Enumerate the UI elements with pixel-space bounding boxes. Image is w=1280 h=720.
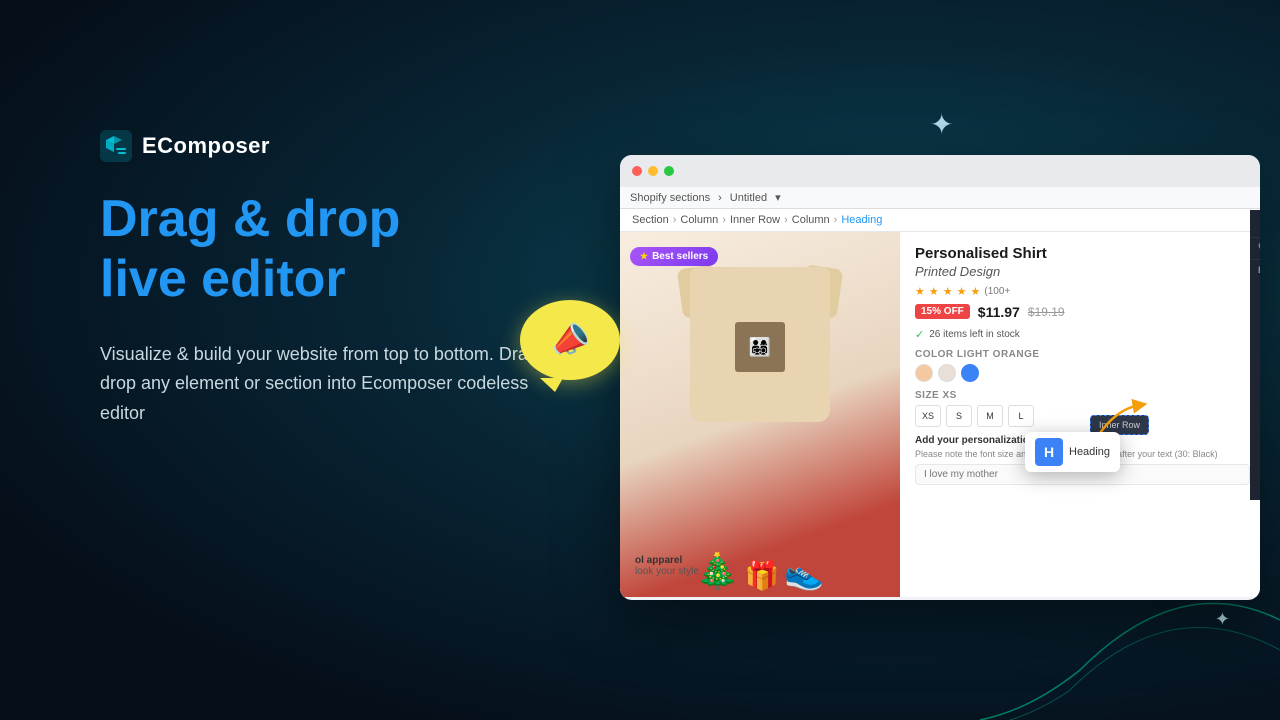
stock-icon: ✓: [915, 328, 924, 341]
megaphone-icon: 📣: [546, 316, 594, 363]
breadcrumb-heading[interactable]: Heading: [841, 214, 882, 226]
size-s[interactable]: S: [946, 405, 972, 427]
maximize-dot[interactable]: [664, 166, 674, 176]
stock-text: 26 items left in stock: [929, 329, 1020, 340]
product-title: Personalised Shirt: [915, 244, 1250, 264]
body-text: Visualize & build your website from top …: [100, 340, 560, 429]
breadcrumb-section[interactable]: Section: [632, 214, 669, 226]
size-m[interactable]: M: [977, 405, 1003, 427]
browser-toolbar: Shopify sections › Untitled ▾: [620, 187, 1260, 209]
badge-text: Best sellers: [652, 251, 708, 262]
star-2: ★: [929, 285, 939, 298]
breadcrumb-inner-row[interactable]: Inner Row: [730, 214, 780, 226]
untitled-link[interactable]: Untitled: [730, 192, 767, 204]
close-dot[interactable]: [632, 166, 642, 176]
product-image-area: 👨‍👩‍👧‍👦 🎄 🎁 👟 ★ Best sellers: [620, 232, 900, 597]
toolbar-dropdown[interactable]: ▾: [775, 191, 781, 204]
logo-area: EComposer: [100, 130, 620, 162]
product-subtitle: Printed Design: [915, 264, 1250, 279]
star-1: ★: [915, 285, 925, 298]
element-inner-row[interactable]: ⊞ Inner Row: [1256, 281, 1260, 328]
search-icon: 🔍: [1258, 243, 1260, 254]
browser-window: Shopify sections › Untitled ▾ Section › …: [620, 155, 1260, 600]
shirt-item: 👨‍👩‍👧‍👦: [685, 247, 835, 417]
heading-popup-icon: H: [1035, 438, 1063, 466]
apparel-brand: ol apparel: [635, 555, 699, 566]
elements-grid: ⊞ Inner Row T Text 🖼 Image ⬜ Button ≡ Ac…: [1250, 278, 1260, 500]
shirt-photo: 👨‍👩‍👧‍👦: [735, 322, 785, 372]
swatch-peach[interactable]: [915, 364, 933, 382]
shopify-sections-link[interactable]: Shopify sections: [630, 192, 710, 204]
headline-drag: Drag & drop: [100, 190, 400, 248]
bubble-shape: 📣: [520, 300, 620, 380]
megaphone-bubble: 📣: [520, 300, 620, 380]
shirt-fabric: 👨‍👩‍👧‍👦: [690, 267, 830, 422]
review-count: (100+: [984, 286, 1010, 297]
color-section: COLOR LIGHT ORANGE: [915, 349, 1250, 382]
stars-row: ★ ★ ★ ★ ★ (100+: [915, 285, 1250, 298]
gift-icon: 🎁: [744, 559, 779, 592]
browser-titlebar: [620, 155, 1260, 187]
star-4: ★: [957, 285, 967, 298]
price-current: $11.97: [978, 304, 1020, 320]
size-xs[interactable]: XS: [915, 405, 941, 427]
shoe-icon: 👟: [784, 554, 824, 592]
christmas-items: 🎄 🎁 👟: [620, 477, 900, 597]
scene-bg: 👨‍👩‍👧‍👦 🎄 🎁 👟 ★ Best sellers: [620, 232, 900, 597]
apparel-label: ol apparel look your style: [635, 555, 699, 577]
swatch-light[interactable]: [938, 364, 956, 382]
headline: Drag & drop live editor: [100, 190, 620, 310]
panel-tabs: Navigator Elements: [1250, 210, 1260, 238]
discount-badge: 15% OFF: [915, 304, 970, 319]
photo-emoji: 👨‍👩‍👧‍👦: [749, 337, 771, 358]
best-sellers-badge: ★ Best sellers: [630, 247, 718, 266]
element-video[interactable]: ▷ Video: [1256, 425, 1260, 472]
deco-star-large-icon: ✦: [930, 108, 953, 141]
breadcrumb-bar: Section › Column › Inner Row › Column › …: [620, 209, 1260, 232]
stock-row: ✓ 26 items left in stock: [915, 328, 1250, 341]
logo-text: EComposer: [142, 133, 270, 159]
product-area: 👨‍👩‍👧‍👦 🎄 🎁 👟 ★ Best sellers: [620, 232, 1260, 597]
star-5: ★: [971, 285, 981, 298]
apparel-tagline: look your style: [635, 566, 699, 577]
element-icon[interactable]: ◆ Icon: [1256, 473, 1260, 500]
ecomposer-logo-icon: [100, 130, 132, 162]
element-accordion[interactable]: ≡ Accordion: [1256, 377, 1260, 424]
swatch-blue[interactable]: [961, 364, 979, 382]
panel-section-label: Basic (25): [1250, 260, 1260, 278]
heading-popup-label: Heading: [1069, 446, 1110, 458]
color-swatches: [915, 364, 1250, 382]
elements-panel: Navigator Elements 🔍 CTRL+X Basic (25) ⊞…: [1250, 210, 1260, 500]
star-3: ★: [943, 285, 953, 298]
size-l[interactable]: L: [1008, 405, 1034, 427]
color-label: COLOR LIGHT ORANGE: [915, 349, 1250, 360]
panel-search: 🔍 CTRL+X: [1250, 238, 1260, 260]
badge-star-icon: ★: [640, 251, 648, 262]
element-image[interactable]: 🖼 Image: [1256, 329, 1260, 376]
heading-popup: H Heading: [1025, 432, 1120, 472]
minimize-dot[interactable]: [648, 166, 658, 176]
tab-navigator[interactable]: Navigator: [1250, 210, 1260, 237]
price-row: 15% OFF $11.97 $19.19: [915, 304, 1250, 320]
deco-star-small-icon: ✦: [1215, 609, 1230, 630]
price-old: $19.19: [1028, 305, 1065, 319]
breadcrumb-column[interactable]: Column: [680, 214, 718, 226]
breadcrumb-column2[interactable]: Column: [792, 214, 830, 226]
browser-content: 👨‍👩‍👧‍👦 🎄 🎁 👟 ★ Best sellers: [620, 232, 1260, 597]
toolbar-arrow: ›: [718, 192, 722, 204]
wreath-icon: 🎄: [696, 551, 740, 592]
